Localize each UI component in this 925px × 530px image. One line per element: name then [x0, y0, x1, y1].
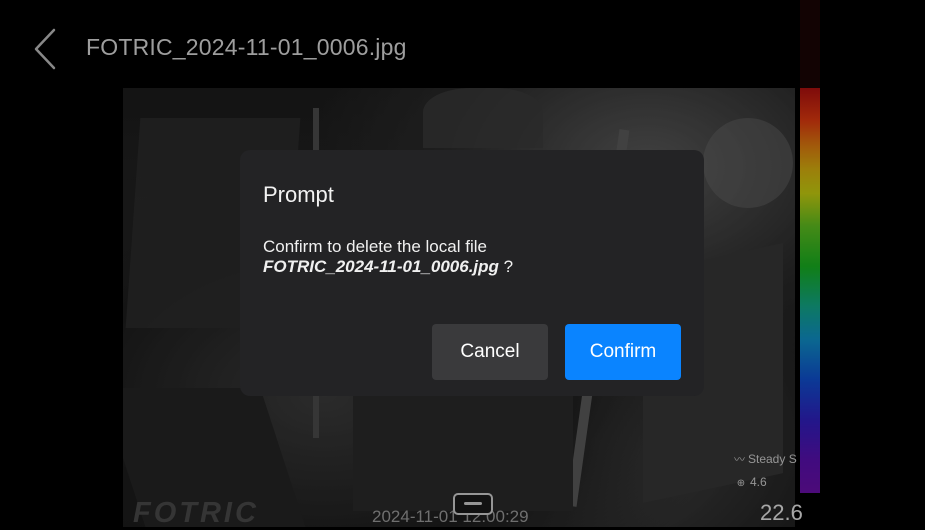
- dialog-message-text: Confirm to delete the local file: [263, 237, 487, 256]
- confirm-button[interactable]: Confirm: [565, 324, 681, 380]
- dialog-filename: FOTRIC_2024-11-01_0006.jpg: [263, 257, 499, 276]
- delete-confirm-dialog: Prompt Confirm to delete the local file …: [240, 150, 704, 396]
- cancel-button[interactable]: Cancel: [432, 324, 548, 380]
- dialog-title: Prompt: [263, 182, 334, 207]
- dialog-message: Confirm to delete the local file FOTRIC_…: [263, 237, 513, 277]
- dialog-question-mark: ?: [498, 257, 514, 276]
- screen: FOTRIC_2024-11-01_0006.jpg 〰 Steady S ⊕ 4.…: [0, 0, 925, 529]
